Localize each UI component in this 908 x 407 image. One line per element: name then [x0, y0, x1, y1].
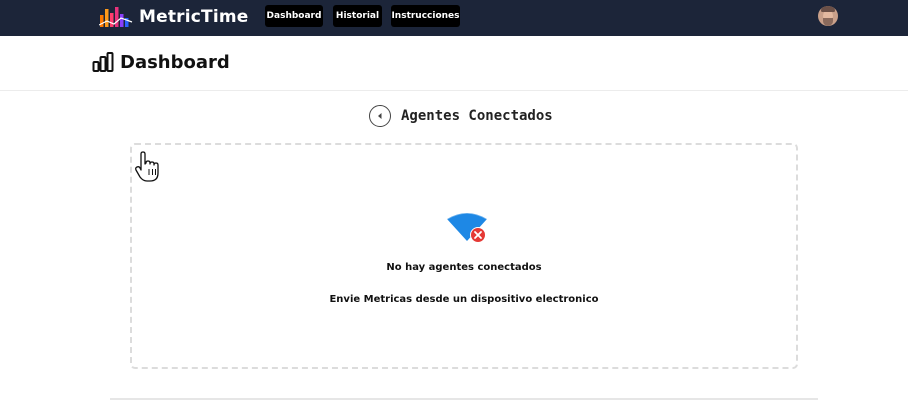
- metrictime-logo-icon: [99, 7, 133, 27]
- wifi-off-icon: [446, 212, 488, 243]
- hand-pointer-cursor-icon: [135, 151, 159, 182]
- bar-chart-icon: [92, 52, 114, 72]
- empty-state-subtitle: Envie Metricas desde un dispositivo elec…: [329, 294, 599, 305]
- agents-section-title: Agentes Conectados: [401, 108, 553, 124]
- bottom-divider: [110, 398, 818, 400]
- avatar-beard: [823, 18, 833, 26]
- agents-section-header: Agentes Conectados: [369, 104, 553, 128]
- empty-state-title: No hay agentes conectados: [386, 262, 542, 273]
- top-navbar: MetricTime Dashboard Historial Instrucci…: [0, 0, 908, 36]
- nav-instrucciones-button[interactable]: Instrucciones: [391, 5, 460, 27]
- page-title-group: Dashboard: [92, 51, 230, 73]
- user-avatar[interactable]: [818, 6, 838, 26]
- brand[interactable]: MetricTime: [99, 5, 249, 29]
- avatar-hair: [821, 6, 835, 12]
- page-title: Dashboard: [120, 51, 230, 73]
- page-header: Dashboard: [0, 36, 908, 91]
- nav-dashboard-button[interactable]: Dashboard: [265, 5, 323, 27]
- back-button[interactable]: [369, 105, 391, 127]
- app-name: MetricTime: [139, 7, 249, 27]
- nav-historial-button[interactable]: Historial: [333, 5, 382, 27]
- arrow-left-circle-icon: [378, 113, 382, 119]
- agents-dropzone: No hay agentes conectados Envie Metricas…: [130, 143, 798, 369]
